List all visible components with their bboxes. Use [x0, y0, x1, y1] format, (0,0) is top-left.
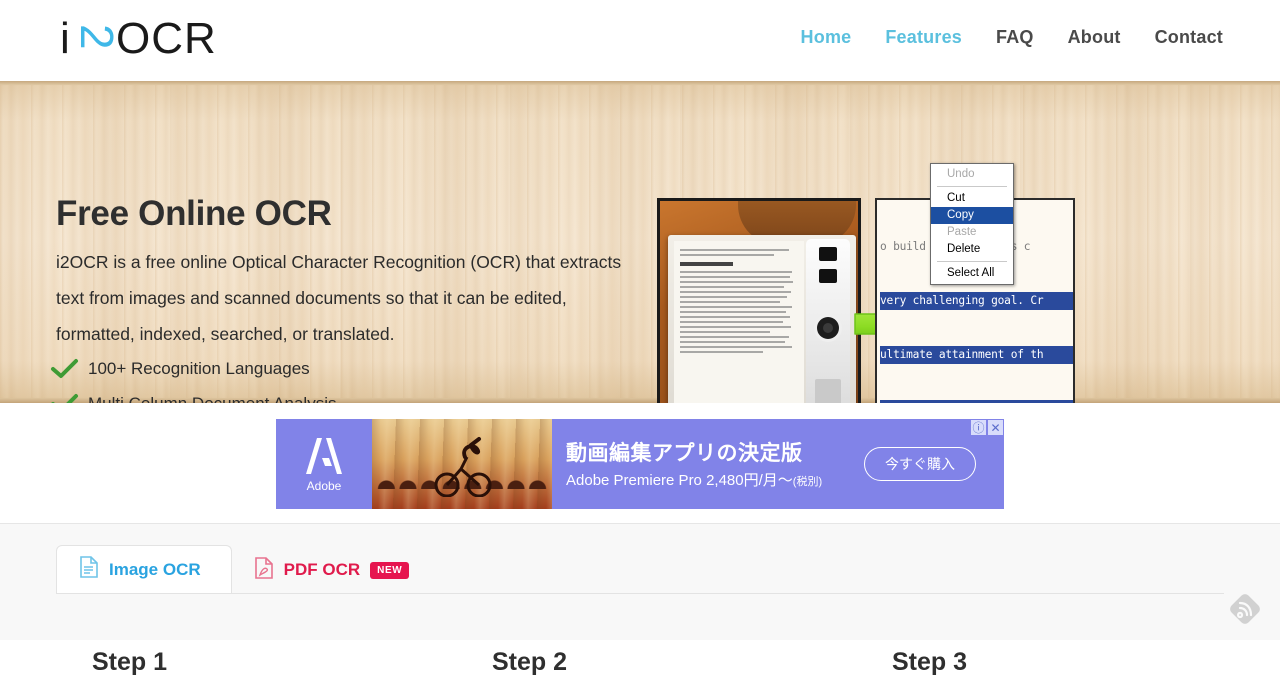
step-title-3: Step 3 [892, 648, 967, 677]
main-navigation: Home Features FAQ About Contact [784, 27, 1240, 48]
hero-title: Free Online OCR [56, 194, 332, 234]
document-icon [79, 556, 99, 583]
adobe-brand-label: Adobe [307, 479, 342, 493]
pdf-icon [254, 557, 274, 584]
advertisement-banner[interactable]: Adobe 動画編集アプリの決定版 Adobe Premiere Pro 2,4… [276, 419, 1004, 509]
feed-badge-icon[interactable] [1228, 592, 1262, 626]
camera-capture-photo [657, 198, 861, 403]
context-menu-item-delete[interactable]: Delete [931, 241, 1013, 258]
step-title-2: Step 2 [492, 648, 567, 677]
ad-subtext: Adobe Premiere Pro 2,480円/月～(税別) [566, 469, 822, 490]
adobe-logo: Adobe [276, 419, 372, 509]
photo-document-page [674, 241, 804, 403]
nav-item-home[interactable]: Home [784, 27, 869, 48]
feature-label: Multi Column Document Analysis [88, 394, 336, 404]
photo-phone-body [806, 239, 850, 403]
ad-cta-button[interactable]: 今すぐ購入 [864, 447, 976, 481]
tab-label: Image OCR [109, 560, 201, 580]
step-title-1: Step 1 [92, 648, 167, 677]
nav-item-features[interactable]: Features [868, 27, 979, 48]
hero-description: i2OCR is a free online Optical Character… [56, 244, 636, 352]
check-icon [50, 393, 80, 404]
feature-label: 100+ Recognition Languages [88, 359, 310, 379]
check-icon [50, 358, 80, 380]
ad-photo-cyclist-silhouette [427, 435, 497, 497]
tab-pdf-ocr[interactable]: PDF OCR NEW [232, 547, 432, 593]
steps-row: Step 1 Step 2 Step 3 [0, 620, 1280, 664]
svg-text:i: i [60, 14, 70, 63]
hero-section: Free Online OCR i2OCR is a free online O… [0, 81, 1280, 403]
camera-lens-icon [817, 317, 839, 339]
ad-close-icon[interactable]: ✕ [988, 420, 1003, 435]
adobe-a-icon [303, 436, 345, 476]
context-menu-item-select-all[interactable]: Select All [931, 265, 1013, 282]
ocr-tabs-section: Image OCR PDF OCR NEW Step 1 Step 2 Step… [0, 523, 1280, 640]
context-menu-item-copy[interactable]: Copy [931, 207, 1013, 224]
ad-controls: ⓘ ✕ [971, 420, 1003, 435]
ocr-text-line: ability to perceive, unde [880, 400, 1073, 403]
ocr-text-line: ultimate attainment of th [880, 346, 1073, 364]
context-menu-separator [937, 261, 1007, 262]
new-badge: NEW [370, 562, 409, 579]
context-menu-item-paste: Paste [931, 224, 1013, 241]
hero-feature-list: 100+ Recognition Languages Multi Column … [50, 351, 456, 403]
tabs-underline [56, 593, 1224, 594]
tab-image-ocr[interactable]: Image OCR [56, 545, 232, 593]
tab-label: PDF OCR [284, 560, 361, 580]
site-logo[interactable]: i 2 OCR [58, 13, 258, 68]
feature-item: Multi Column Document Analysis [50, 386, 456, 403]
nav-item-contact[interactable]: Contact [1138, 27, 1240, 48]
site-header: i 2 OCR Home Features FAQ About Contact [0, 0, 1280, 81]
feature-item: 100+ Recognition Languages [50, 351, 456, 386]
nav-item-about[interactable]: About [1051, 27, 1138, 48]
context-menu[interactable]: Undo Cut Copy Paste Delete Select All [930, 163, 1014, 285]
ad-subtext-note: (税別) [793, 476, 822, 488]
logo-graphic: i 2 OCR [58, 13, 258, 68]
photo-device [668, 235, 856, 403]
context-menu-separator [937, 186, 1007, 187]
svg-text:OCR: OCR [116, 14, 217, 63]
ad-subtext-main: Adobe Premiere Pro 2,480円/月～ [566, 472, 793, 489]
ocr-text-line: very challenging goal. Cr [880, 292, 1073, 310]
ad-photo [372, 419, 552, 509]
context-menu-item-cut[interactable]: Cut [931, 190, 1013, 207]
adchoices-info-icon[interactable]: ⓘ [971, 420, 986, 435]
nav-item-faq[interactable]: FAQ [979, 27, 1051, 48]
ocr-tabs: Image OCR PDF OCR NEW [56, 545, 431, 593]
context-menu-item-undo: Undo [931, 166, 1013, 183]
ad-headline: 動画編集アプリの決定版 [566, 437, 803, 467]
hero-top-edge [0, 81, 1280, 85]
